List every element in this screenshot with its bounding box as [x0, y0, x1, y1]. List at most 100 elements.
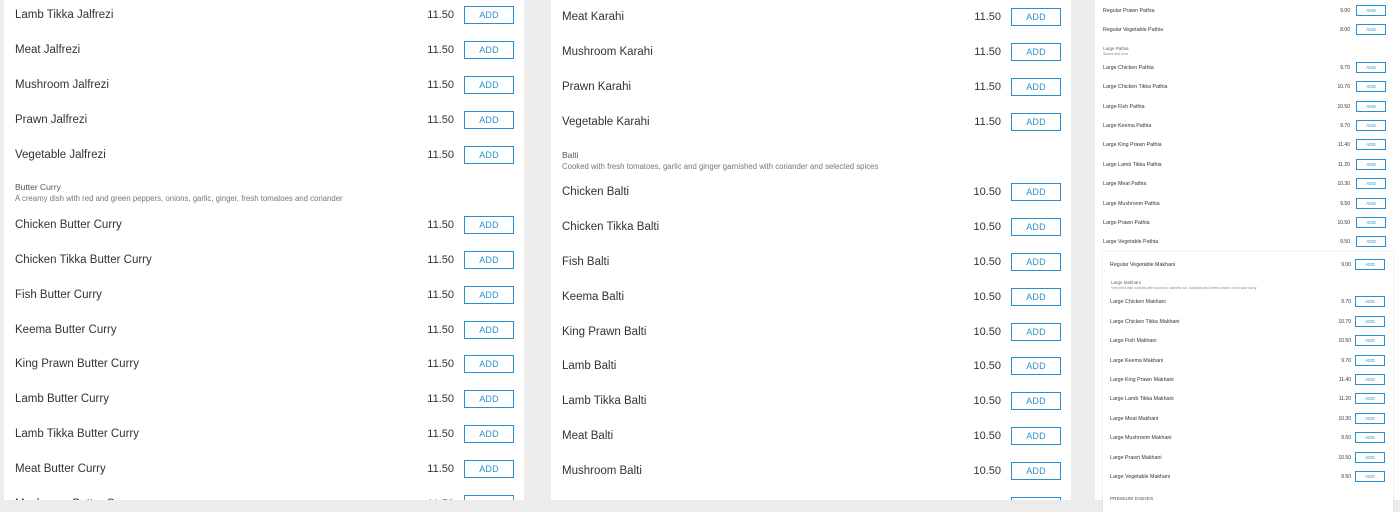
- add-to-order-button[interactable]: ADD: [1011, 217, 1061, 236]
- add-to-order-button[interactable]: ADD: [1011, 322, 1061, 341]
- add-to-order-button[interactable]: ADD: [1356, 5, 1386, 16]
- menu-item-price: 11.50: [427, 44, 454, 57]
- add-to-order-button[interactable]: ADD: [1011, 78, 1061, 97]
- add-to-order-button[interactable]: ADD: [1355, 393, 1385, 405]
- add-to-order-button[interactable]: ADD: [1355, 412, 1385, 424]
- menu-item-row: Lamb Butter Curry 11.50 ADD: [4, 382, 524, 417]
- add-to-order-button[interactable]: ADD: [464, 76, 514, 95]
- add-to-order-button[interactable]: ADD: [1356, 81, 1386, 93]
- add-to-order-button[interactable]: ADD: [1355, 296, 1385, 308]
- add-to-order-button[interactable]: ADD: [464, 250, 514, 269]
- menu-item-price: 9.00: [1340, 8, 1350, 14]
- menu-item-price: 11.50: [427, 79, 454, 92]
- menu-item-name: Large Vegetable Pathia: [1103, 239, 1159, 246]
- add-to-order-button[interactable]: ADD: [464, 425, 514, 444]
- add-to-order-button[interactable]: ADD: [1356, 236, 1386, 248]
- add-to-order-button[interactable]: ADD: [464, 390, 514, 409]
- menu-item-row: Large Mushroom Pathia 9.50 ADD: [1095, 196, 1400, 215]
- add-to-order-button[interactable]: ADD: [464, 111, 514, 130]
- menu-column-karahi-balti: Meat Karahi 11.50 ADD Mushroom Karahi 11.50 A…: [551, 0, 1071, 500]
- menu-item-name: Large King Prawn Pathia: [1103, 142, 1162, 149]
- add-to-order-button[interactable]: ADD: [1011, 183, 1061, 201]
- menu-item-price: 10.50: [973, 430, 1001, 443]
- menu-item-row: Meat Balti 10.50 ADD: [551, 419, 1071, 454]
- menu-item-name: Lamb Tikka Butter Curry: [15, 428, 139, 441]
- menu-item-price: 11.50: [427, 149, 454, 161]
- menu-item-row: Meat Karahi 11.50 ADD: [551, 0, 1071, 35]
- add-to-order-button[interactable]: ADD: [1356, 24, 1386, 36]
- add-to-order-button[interactable]: ADD: [1355, 335, 1385, 347]
- add-to-order-button[interactable]: ADD: [1011, 427, 1061, 446]
- add-to-order-button[interactable]: ADD: [464, 215, 514, 234]
- add-to-order-button[interactable]: ADD: [1355, 432, 1385, 444]
- menu-item-price: 11.50: [427, 393, 454, 406]
- add-to-order-button[interactable]: ADD: [1355, 451, 1385, 463]
- menu-item-name: Lamb Butter Curry: [15, 393, 109, 406]
- add-to-order-button[interactable]: ADD: [1011, 8, 1061, 27]
- add-to-order-button[interactable]: ADD: [1011, 462, 1061, 481]
- menu-item-name: Lamb Tikka Jalfrezi: [15, 9, 114, 22]
- add-to-order-button[interactable]: ADD: [464, 355, 514, 374]
- add-to-order-button[interactable]: ADD: [1355, 315, 1385, 327]
- add-to-order-button[interactable]: ADD: [464, 285, 514, 304]
- menu-section-header: Large Makhani Very mild dish cooked with …: [1103, 276, 1393, 294]
- menu-item-name: Chicken Tikka Balti: [562, 220, 660, 233]
- menu-item-row: Regular Vegetable Pathia 8.00 ADD: [1095, 22, 1400, 41]
- menu-item-price: 10.50: [973, 220, 1001, 233]
- menu-item-row: Large Meat Pathia 10.30 ADD: [1095, 176, 1400, 195]
- menu-item-name: Meat Jalfrezi: [15, 44, 81, 57]
- menu-item-price: 10.70: [1338, 318, 1351, 325]
- add-to-order-button[interactable]: ADD: [464, 495, 514, 500]
- add-to-order-button[interactable]: ADD: [464, 460, 514, 479]
- menu-item-price: 11.50: [427, 253, 454, 266]
- menu-item-row: Large Fish Pathia 10.50 ADD: [1095, 99, 1400, 118]
- section-description: Very mild dish cooked with coconut, cash…: [1111, 286, 1257, 291]
- add-to-order-button[interactable]: ADD: [1355, 470, 1385, 482]
- add-to-order-button[interactable]: ADD: [1355, 373, 1385, 385]
- add-to-order-button[interactable]: ADD: [1356, 61, 1386, 73]
- menu-item-name: Vegetable Karahi: [562, 116, 650, 129]
- menu-item-name: Large Chicken Makhani: [1110, 299, 1166, 306]
- menu-item-row: King Prawn Balti 10.50 ADD: [551, 314, 1071, 349]
- add-to-order-button[interactable]: ADD: [1356, 197, 1386, 209]
- menu-item-row: Mushroom Balti 10.50 ADD: [551, 454, 1071, 489]
- add-to-order-button[interactable]: ADD: [1011, 43, 1061, 62]
- menu-item-name: Chicken Butter Curry: [15, 218, 122, 231]
- menu-item-name: Large Keema Makhani: [1110, 357, 1164, 364]
- add-to-order-button[interactable]: ADD: [1356, 158, 1386, 170]
- menu-item-row: Large Chicken Makhani 9.70 ADD: [1103, 294, 1393, 313]
- menu-item-name: Meat Butter Curry: [15, 463, 106, 476]
- menu-item-price: 10.50: [1337, 219, 1350, 226]
- add-to-order-button[interactable]: ADD: [1355, 259, 1385, 270]
- add-to-order-button[interactable]: ADD: [464, 320, 514, 339]
- add-to-order-button[interactable]: ADD: [1356, 100, 1386, 112]
- add-to-order-button[interactable]: ADD: [1355, 354, 1385, 366]
- section-title: Large Pathia: [1103, 45, 1129, 51]
- add-to-order-button[interactable]: ADD: [1011, 287, 1061, 306]
- menu-item-price: 11.50: [427, 463, 454, 476]
- menu-item-price: 11.50: [427, 9, 454, 22]
- add-to-order-button[interactable]: ADD: [1356, 216, 1386, 228]
- menu-item-row: Keema Balti 10.50 ADD: [551, 279, 1071, 314]
- add-to-order-button[interactable]: ADD: [464, 6, 514, 25]
- menu-item-row: Lamb Tikka Jalfrezi 11.50 ADD: [4, 0, 524, 33]
- add-to-order-button[interactable]: ADD: [1356, 119, 1386, 131]
- add-to-order-button[interactable]: ADD: [1011, 392, 1061, 411]
- menu-item-row: Lamb Tikka Butter Curry 11.50 ADD: [4, 417, 524, 452]
- menu-item-row: Chicken Balti 10.50 ADD: [551, 175, 1071, 210]
- menu-item-name: Keema Butter Curry: [15, 323, 117, 336]
- add-to-order-button[interactable]: ADD: [1011, 252, 1061, 271]
- menu-item-row: Large Fish Makhani 10.50 ADD: [1103, 333, 1393, 352]
- add-to-order-button[interactable]: ADD: [464, 146, 514, 164]
- menu-item-name: Large Mushroom Makhani: [1110, 435, 1172, 442]
- add-to-order-button[interactable]: ADD: [464, 41, 514, 60]
- menu-item-price: 11.40: [1338, 376, 1351, 383]
- add-to-order-button[interactable]: ADD: [1011, 357, 1061, 376]
- add-to-order-button[interactable]: ADD: [1356, 178, 1386, 190]
- menu-item-price: 9.70: [1341, 299, 1351, 306]
- menu-item-price: 11.50: [427, 218, 454, 231]
- menu-item-name: Large Chicken Tikka Pathia: [1103, 84, 1168, 91]
- menu-item-price: 11.50: [974, 116, 1001, 129]
- add-to-order-button[interactable]: ADD: [1356, 139, 1386, 151]
- add-to-order-button[interactable]: ADD: [1011, 113, 1061, 132]
